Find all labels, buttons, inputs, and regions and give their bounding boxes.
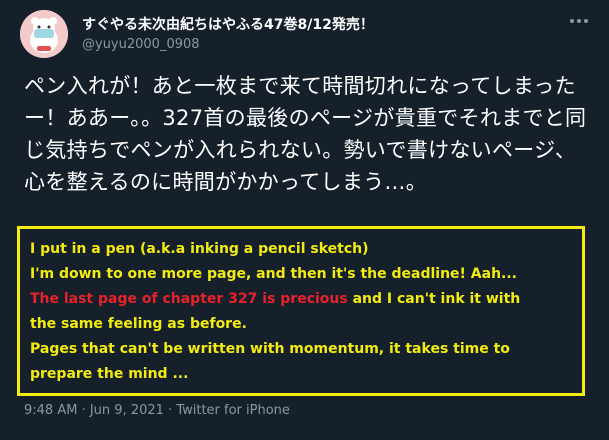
tweet-date[interactable]: Jun 9, 2021 [90, 403, 164, 418]
translation-line: I put in a pen (a.k.a inking a pencil sk… [30, 241, 369, 257]
translation-line: Pages that can't be written with momentu… [30, 341, 510, 357]
translation-line: prepare the mind ... [30, 366, 189, 382]
tweet-source[interactable]: Twitter for iPhone [176, 403, 290, 418]
translation-text: I put in a pen (a.k.a inking a pencil sk… [30, 237, 575, 387]
translation-line-rest: and I can't ink it with [347, 291, 521, 307]
translation-line: the same feeling as before. [30, 316, 247, 332]
author-block: すぐやる未次由紀ちはやふる47巻8/12発売！ @yuyu2000_0908 [82, 16, 374, 55]
tweet-meta: 9:48 AM · Jun 9, 2021 · Twitter for iPho… [24, 403, 290, 418]
tweet-time[interactable]: 9:48 AM [24, 403, 77, 418]
meta-separator: · [163, 403, 177, 418]
avatar-character-icon [20, 10, 68, 58]
translation-highlight: The last page of chapter 327 is precious [30, 291, 348, 307]
avatar[interactable] [20, 10, 68, 58]
author-handle[interactable]: @yuyu2000_0908 [82, 35, 374, 55]
more-options-button[interactable] [564, 10, 594, 32]
more-horizontal-icon [570, 19, 588, 23]
tweet-card: すぐやる未次由紀ちはやふる47巻8/12発売！ @yuyu2000_0908 ペ… [0, 0, 609, 440]
translation-box: I put in a pen (a.k.a inking a pencil sk… [17, 226, 585, 396]
tweet-text: ペン入れが！あと一枚まで来て時間切れになってしまったー！ああー。。327首の最後… [24, 74, 587, 194]
meta-separator: · [77, 403, 90, 418]
translation-line: The last page of chapter 327 is precious… [30, 287, 575, 312]
translation-line: I'm down to one more page, and then it's… [30, 266, 517, 282]
author-display-name[interactable]: すぐやる未次由紀ちはやふる47巻8/12発売！ [82, 16, 374, 34]
